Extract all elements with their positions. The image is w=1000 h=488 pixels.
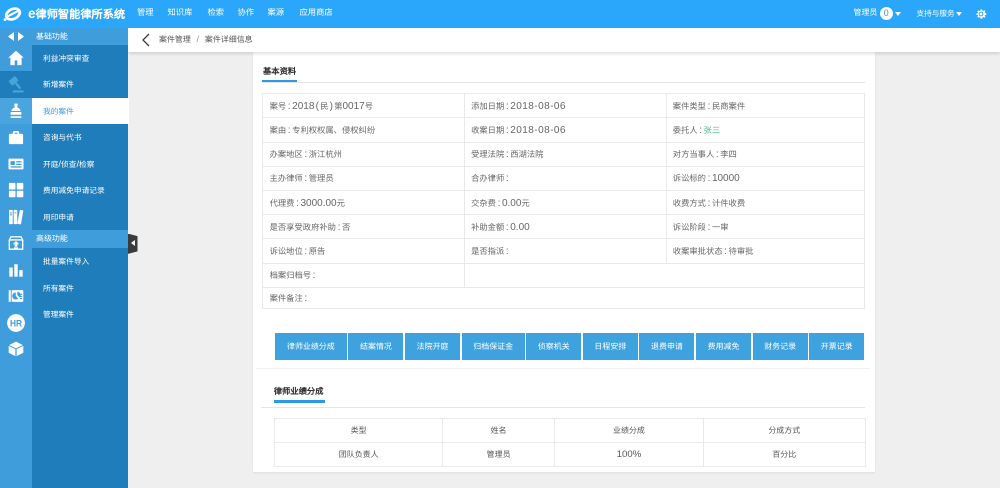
svg-text:HR: HR	[10, 318, 23, 328]
